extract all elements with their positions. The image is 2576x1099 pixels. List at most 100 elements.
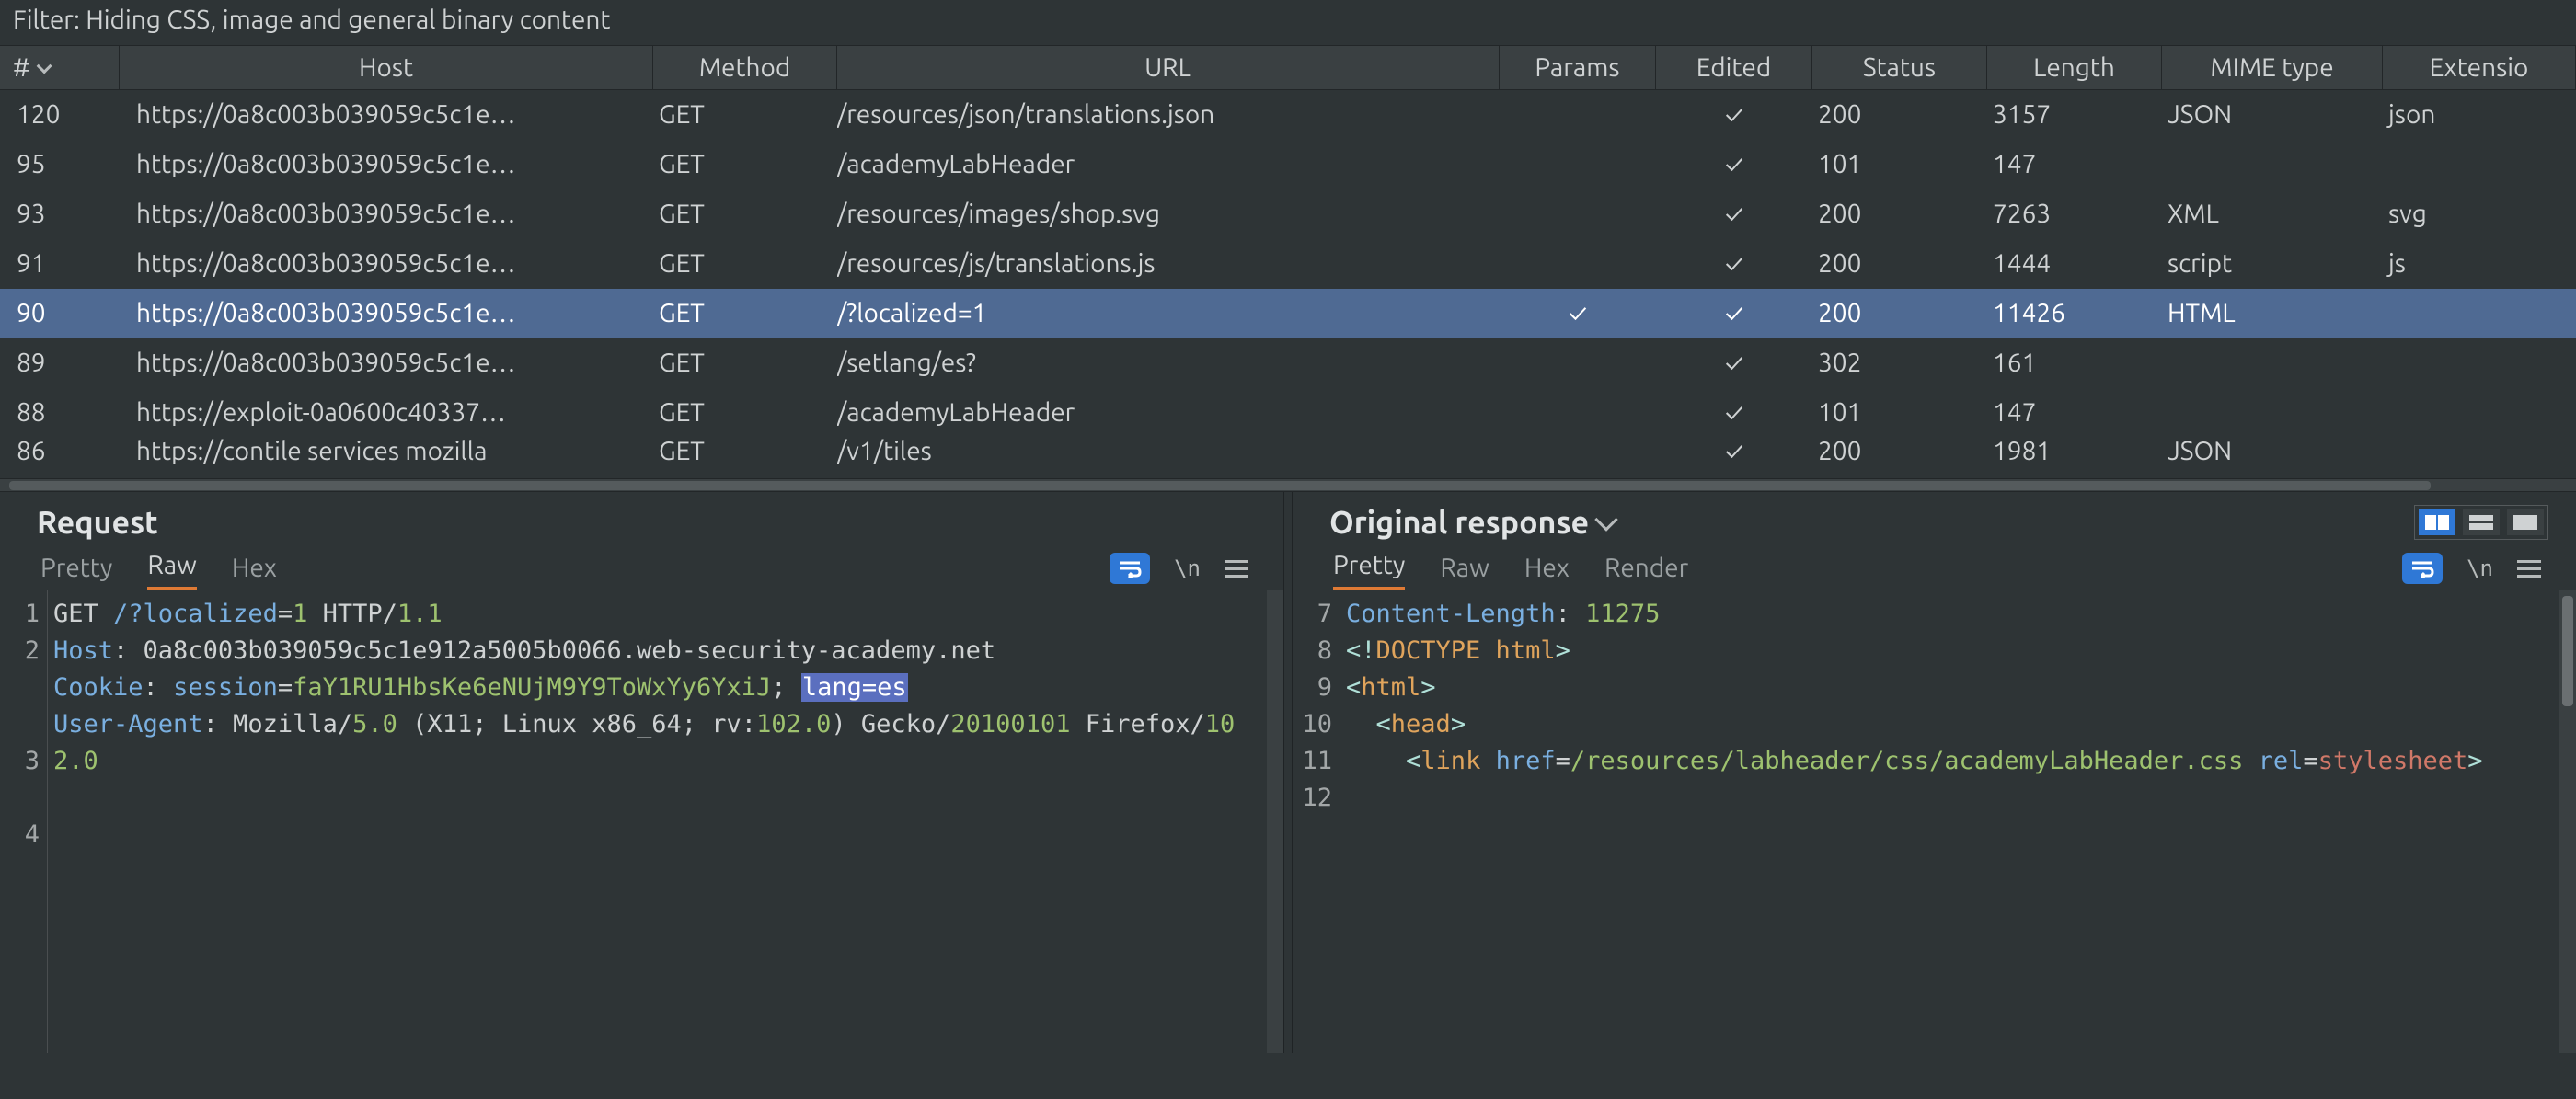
tab-render[interactable]: Render	[1604, 554, 1688, 590]
table-header-row: # Host Method URL Params Edited Status L…	[0, 46, 2576, 90]
vertical-scrollbar[interactable]	[1267, 590, 1283, 1053]
cell-host: https://contile services mozilla	[120, 438, 653, 465]
col-url[interactable]: URL	[837, 46, 1500, 90]
wrap-lines-icon[interactable]	[2402, 553, 2443, 584]
cell-mime	[2162, 388, 2383, 438]
horizontal-scrollbar[interactable]	[0, 478, 2576, 491]
cell-ext: svg	[2383, 189, 2576, 239]
cell-n: 90	[0, 289, 120, 338]
cell-params: ✓	[1500, 289, 1656, 338]
request-pane: Request Pretty Raw Hex \n 1 2 3 4 GET /?…	[0, 492, 1283, 1053]
hamburger-icon[interactable]	[2517, 560, 2541, 578]
cell-method: GET	[653, 338, 837, 388]
cell-len: 147	[1987, 140, 2162, 189]
cell-ext	[2383, 140, 2576, 189]
wrap-lines-icon[interactable]	[1110, 553, 1150, 584]
table-row[interactable]: 91https://0a8c003b039059c5c1e…GET/resour…	[0, 239, 2576, 289]
cell-len: 161	[1987, 338, 2162, 388]
show-newlines-icon[interactable]: \n	[1174, 555, 1201, 581]
cell-edited: ✓	[1656, 189, 1812, 239]
layout-side-by-side-icon[interactable]	[2419, 509, 2455, 535]
response-editor[interactable]: 7 8 9 10 11 12 Content-Length: 11275<!DO…	[1293, 590, 2576, 1053]
scrollbar-thumb[interactable]	[2562, 596, 2573, 706]
tab-raw[interactable]: Raw	[147, 551, 196, 590]
cell-url: /resources/js/translations.js	[837, 239, 1500, 289]
cell-n: 120	[0, 90, 120, 140]
cell-status: 200	[1812, 239, 1987, 289]
cell-n: 86	[0, 438, 120, 465]
table-row[interactable]: 120https://0a8c003b039059c5c1e…GET/resou…	[0, 90, 2576, 140]
table-body[interactable]: 120https://0a8c003b039059c5c1e…GET/resou…	[0, 90, 2576, 478]
tab-hex[interactable]: Hex	[1524, 554, 1570, 590]
cell-url: /v1/tiles	[837, 438, 1500, 465]
hamburger-icon[interactable]	[1225, 560, 1248, 578]
show-newlines-icon[interactable]: \n	[2467, 555, 2493, 581]
tab-hex[interactable]: Hex	[232, 554, 277, 590]
table-row[interactable]: 88https://exploit-0a0600c40337…GET/acade…	[0, 388, 2576, 438]
table-row[interactable]: 93https://0a8c003b039059c5c1e…GET/resour…	[0, 189, 2576, 239]
tab-pretty[interactable]: Pretty	[40, 554, 112, 590]
chevron-down-icon	[37, 58, 52, 74]
cell-len: 1981	[1987, 438, 2162, 465]
col-host[interactable]: Host	[120, 46, 653, 90]
response-pane: Original response Pretty Raw Hex Render	[1293, 492, 2576, 1053]
cell-status: 101	[1812, 140, 1987, 189]
response-line-numbers: 7 8 9 10 11 12	[1293, 590, 1340, 1053]
request-tool-icons: \n	[1110, 553, 1256, 590]
col-ext[interactable]: Extensio	[2383, 46, 2576, 90]
cell-n: 91	[0, 239, 120, 289]
cell-url: /resources/json/translations.json	[837, 90, 1500, 140]
proxy-history-table: # Host Method URL Params Edited Status L…	[0, 45, 2576, 492]
col-length[interactable]: Length	[1987, 46, 2162, 90]
filter-bar[interactable]: Filter: Hiding CSS, image and general bi…	[0, 0, 2576, 45]
cell-mime: JSON	[2162, 90, 2383, 140]
table-row[interactable]: 86https://contile services mozillaGET/v1…	[0, 438, 2576, 465]
cell-params	[1500, 189, 1656, 239]
table-row[interactable]: 90https://0a8c003b039059c5c1e…GET/?local…	[0, 289, 2576, 338]
cell-len: 3157	[1987, 90, 2162, 140]
response-tabs: Pretty Raw Hex Render \n	[1293, 545, 2576, 590]
col-edited[interactable]: Edited	[1656, 46, 1812, 90]
request-editor[interactable]: 1 2 3 4 GET /?localized=1 HTTP/1.1Host: …	[0, 590, 1283, 1053]
cell-host: https://0a8c003b039059c5c1e…	[120, 289, 653, 338]
col-params[interactable]: Params	[1500, 46, 1656, 90]
response-code[interactable]: Content-Length: 11275<!DOCTYPE html><htm…	[1340, 590, 2559, 1053]
layout-stacked-icon[interactable]	[2463, 509, 2500, 535]
cell-method: GET	[653, 388, 837, 438]
cell-url: /resources/images/shop.svg	[837, 189, 1500, 239]
table-row[interactable]: 95https://0a8c003b039059c5c1e…GET/academ…	[0, 140, 2576, 189]
cell-host: https://0a8c003b039059c5c1e…	[120, 239, 653, 289]
tab-raw[interactable]: Raw	[1440, 554, 1489, 590]
response-title[interactable]: Original response	[1329, 505, 1615, 540]
cell-len: 7263	[1987, 189, 2162, 239]
cell-url: /academyLabHeader	[837, 140, 1500, 189]
col-number-label: #	[13, 53, 29, 82]
col-status[interactable]: Status	[1812, 46, 1987, 90]
cell-status: 200	[1812, 289, 1987, 338]
cell-ext	[2383, 289, 2576, 338]
request-tabs: Pretty Raw Hex \n	[0, 545, 1283, 590]
cell-mime: JSON	[2162, 438, 2383, 465]
col-mime[interactable]: MIME type	[2162, 46, 2383, 90]
vertical-scrollbar[interactable]	[2559, 590, 2576, 1053]
table-row[interactable]: 89https://0a8c003b039059c5c1e…GET/setlan…	[0, 338, 2576, 388]
cell-n: 95	[0, 140, 120, 189]
cell-edited: ✓	[1656, 338, 1812, 388]
filter-text: Filter: Hiding CSS, image and general bi…	[13, 6, 610, 34]
cell-status: 200	[1812, 438, 1987, 465]
cell-ext: json	[2383, 90, 2576, 140]
tab-pretty[interactable]: Pretty	[1333, 551, 1405, 590]
cell-method: GET	[653, 189, 837, 239]
cell-params	[1500, 140, 1656, 189]
scrollbar-thumb[interactable]	[9, 481, 2431, 490]
cell-method: GET	[653, 438, 837, 465]
pane-divider[interactable]	[1283, 492, 1293, 1053]
layout-toggles	[2414, 505, 2548, 540]
cell-len: 11426	[1987, 289, 2162, 338]
cell-edited: ✓	[1656, 388, 1812, 438]
request-code[interactable]: GET /?localized=1 HTTP/1.1Host: 0a8c003b…	[48, 590, 1267, 1053]
cell-params	[1500, 438, 1656, 465]
layout-single-icon[interactable]	[2507, 509, 2544, 535]
col-number[interactable]: #	[0, 46, 120, 90]
col-method[interactable]: Method	[653, 46, 837, 90]
